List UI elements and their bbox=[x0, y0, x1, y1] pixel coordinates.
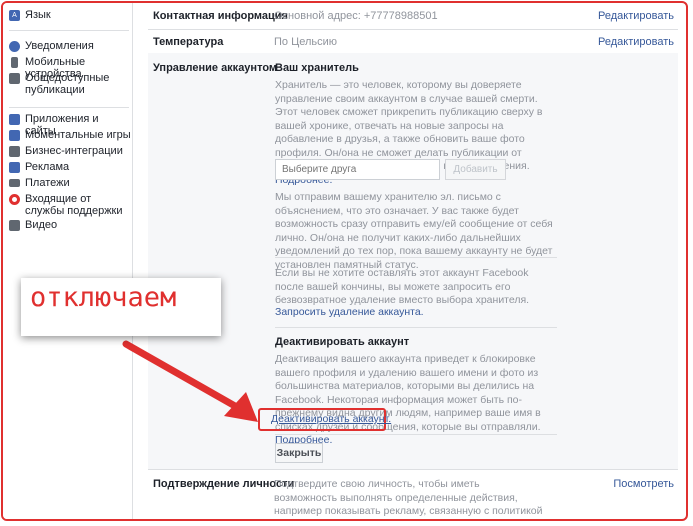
annotation-arrow bbox=[122, 340, 258, 422]
annotation-text: отключаем bbox=[30, 282, 177, 313]
annotation-callout: отключаем bbox=[21, 278, 221, 336]
deactivate-account-link[interactable]: Деактивировать аккаунт. bbox=[271, 413, 391, 425]
